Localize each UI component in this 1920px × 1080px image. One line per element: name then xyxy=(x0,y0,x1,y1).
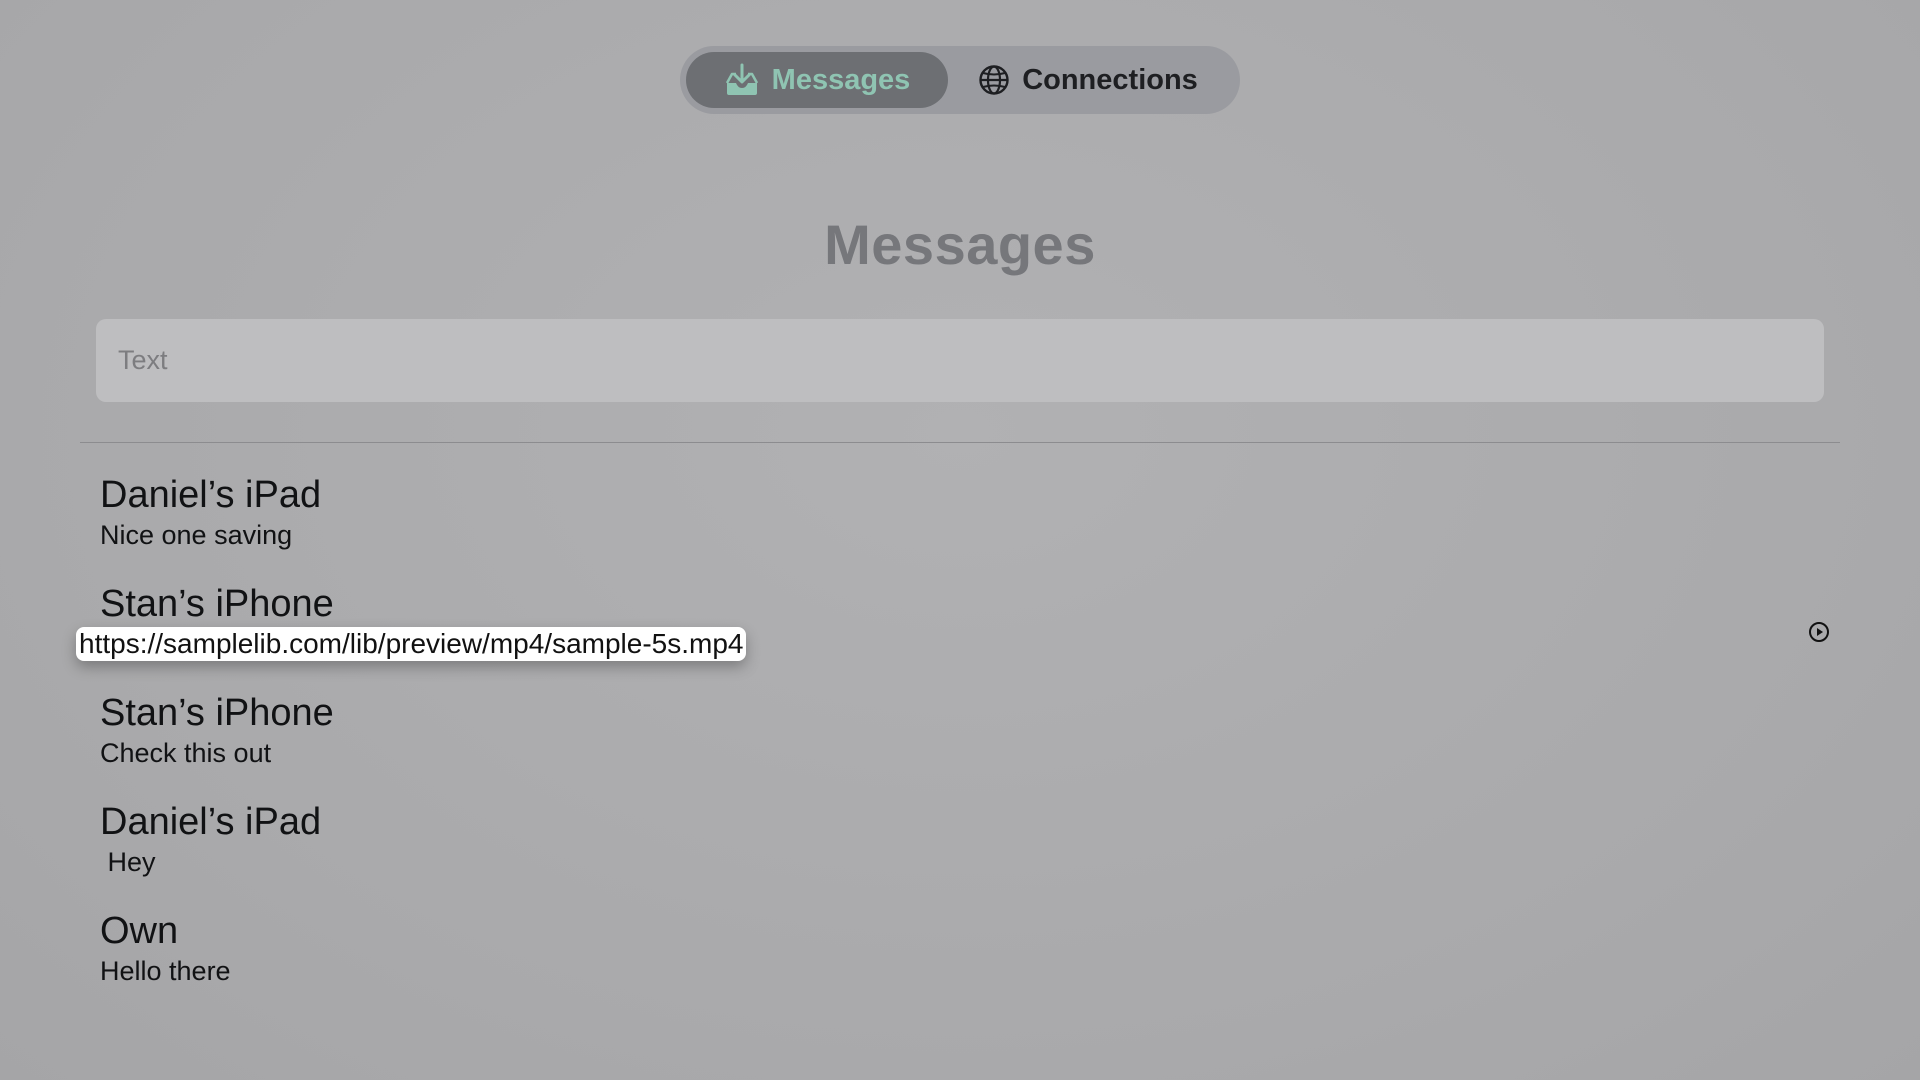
message-item[interactable]: Stan’s iPhone Check this out xyxy=(100,690,1820,799)
message-sender: Stan’s iPhone xyxy=(100,692,334,734)
message-sender: Daniel’s iPad xyxy=(100,801,322,843)
tab-messages-label: Messages xyxy=(771,63,911,96)
message-text: Nice one saving xyxy=(100,520,293,550)
message-text-field[interactable] xyxy=(96,319,1824,402)
message-sender: Stan’s iPhone xyxy=(100,583,334,625)
tab-connections[interactable]: Connections xyxy=(948,52,1228,108)
message-sender: Daniel’s iPad xyxy=(100,474,322,516)
play-circle-icon[interactable] xyxy=(1808,621,1830,643)
globe-icon xyxy=(978,64,1010,96)
message-item[interactable]: Own Hello there xyxy=(100,908,1820,1017)
message-item[interactable]: Daniel’s iPad Hey xyxy=(100,799,1820,908)
tray-download-icon xyxy=(724,63,760,97)
message-text: Hello there xyxy=(100,956,231,986)
page-title: Messages xyxy=(824,213,1096,276)
tab-messages[interactable]: Messages xyxy=(686,52,948,108)
tab-bar: Messages Connections xyxy=(680,46,1240,114)
message-sender: Own xyxy=(100,910,179,952)
tab-connections-label: Connections xyxy=(1022,63,1198,96)
message-list: Daniel’s iPad Nice one saving Stan’s iPh… xyxy=(76,472,1829,1017)
message-item[interactable]: Daniel’s iPad Nice one saving xyxy=(100,472,1820,581)
message-link[interactable]: https://samplelib.com/lib/preview/mp4/sa… xyxy=(76,627,747,661)
message-text: Hey xyxy=(100,847,156,877)
divider xyxy=(80,442,1840,443)
message-item[interactable]: Stan’s iPhone https://samplelib.com/lib/… xyxy=(76,581,1829,690)
message-text: Check this out xyxy=(100,738,272,768)
message-input[interactable] xyxy=(116,344,1804,377)
